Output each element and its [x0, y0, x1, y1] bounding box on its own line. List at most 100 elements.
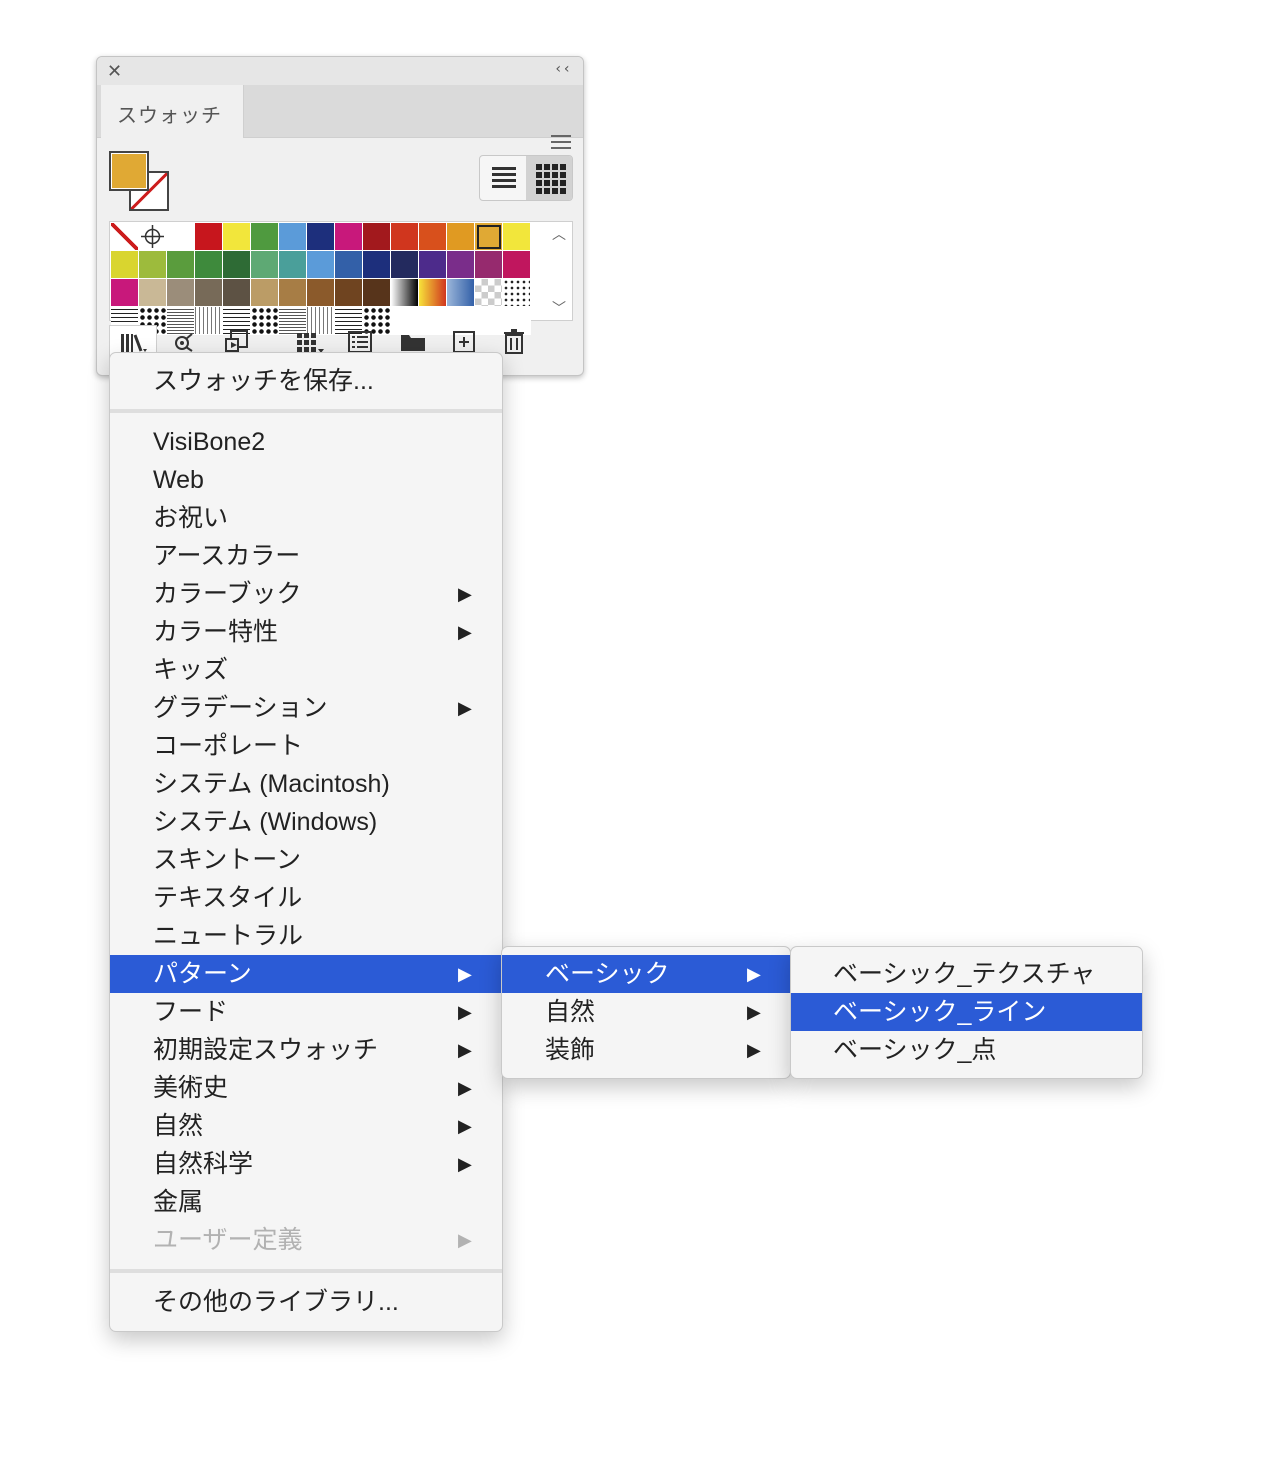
basic-menu-item[interactable]: ベーシック_ライン — [791, 993, 1142, 1031]
swatch[interactable] — [503, 223, 531, 251]
swatch[interactable] — [335, 279, 363, 307]
library-menu-item[interactable]: 美術史 ▶ — [110, 1069, 502, 1107]
list-view-icon[interactable] — [480, 156, 526, 200]
menu-item-label: 初期設定スウォッチ — [153, 1036, 379, 1064]
library-menu-item[interactable]: お祝い — [110, 499, 502, 537]
save-swatches-menu-item[interactable]: スウォッチを保存... — [110, 362, 502, 400]
library-menu-item[interactable]: システム (Windows) — [110, 803, 502, 841]
swatch[interactable] — [307, 279, 335, 307]
swatch[interactable] — [223, 279, 251, 307]
library-menu-item[interactable]: Web — [110, 461, 502, 499]
fill-swatch[interactable] — [109, 151, 149, 191]
swatch[interactable] — [111, 279, 139, 307]
menu-item-label: ベーシック_ライン — [833, 998, 1047, 1026]
trash-icon[interactable] — [499, 325, 529, 359]
swatch[interactable] — [391, 251, 419, 279]
menu-item-label: VisiBone2 — [153, 428, 266, 456]
swatch[interactable] — [447, 223, 475, 251]
panel-title-bar: ✕ ‹‹ — [97, 57, 583, 86]
library-menu-item[interactable]: VisiBone2 — [110, 423, 502, 461]
swatch[interactable] — [195, 251, 223, 279]
library-menu-item[interactable]: カラー特性 ▶ — [110, 613, 502, 651]
pattern-menu-item[interactable]: 自然 ▶ — [502, 993, 790, 1031]
library-menu-item[interactable]: スキントーン — [110, 841, 502, 879]
swatch[interactable] — [419, 251, 447, 279]
swatch-library-menu: スウォッチを保存... VisiBone2 Web お祝い アースカラー カラーブック ▶… — [109, 352, 503, 1332]
library-menu-item[interactable]: 初期設定スウォッチ ▶ — [110, 1031, 502, 1069]
swatch[interactable] — [447, 251, 475, 279]
swatch[interactable] — [139, 279, 167, 307]
library-menu-item[interactable]: システム (Macintosh) — [110, 765, 502, 803]
swatch[interactable] — [139, 251, 167, 279]
swatch[interactable] — [167, 223, 195, 251]
menu-item-label: コーポレート — [153, 732, 304, 760]
library-menu-item[interactable]: ニュートラル — [110, 917, 502, 955]
collapse-icon[interactable]: ‹‹ — [554, 61, 571, 77]
swatch-grid — [111, 223, 531, 335]
swatch[interactable] — [335, 251, 363, 279]
swatch[interactable] — [419, 223, 447, 251]
library-menu-item[interactable]: カラーブック ▶ — [110, 575, 502, 613]
submenu-arrow-icon: ▶ — [747, 964, 761, 984]
library-menu-item[interactable]: フード ▶ — [110, 993, 502, 1031]
swatch[interactable] — [167, 279, 195, 307]
basic-menu-item[interactable]: ベーシック_テクスチャ — [791, 955, 1142, 993]
panel-menu-icon[interactable] — [551, 131, 571, 153]
swatch[interactable] — [391, 223, 419, 251]
swatch[interactable] — [475, 251, 503, 279]
close-icon[interactable]: ✕ — [107, 61, 122, 82]
swatch[interactable] — [363, 223, 391, 251]
pattern-menu-item[interactable]: 装飾 ▶ — [502, 1031, 790, 1069]
library-menu-item[interactable]: 自然 ▶ — [110, 1107, 502, 1145]
other-library-menu-item[interactable]: その他のライブラリ... — [110, 1283, 502, 1321]
swatch-pattern[interactable] — [503, 279, 531, 307]
swatch[interactable] — [251, 279, 279, 307]
library-menu-item[interactable]: テキスタイル — [110, 879, 502, 917]
basic-menu-item[interactable]: ベーシック_点 — [791, 1031, 1142, 1069]
swatch[interactable] — [167, 251, 195, 279]
library-menu-item[interactable]: パターン ▶ — [110, 955, 502, 993]
scroll-up-icon[interactable]: ︿ — [552, 224, 566, 244]
library-menu-item[interactable]: キッズ — [110, 651, 502, 689]
swatch[interactable] — [279, 251, 307, 279]
swatch[interactable] — [251, 223, 279, 251]
swatch-gradient[interactable] — [419, 279, 447, 307]
swatch[interactable] — [279, 223, 307, 251]
swatch[interactable] — [307, 223, 335, 251]
scroll-down-icon[interactable]: ﹀ — [552, 298, 566, 318]
swatch[interactable] — [503, 251, 531, 279]
swatch[interactable] — [251, 251, 279, 279]
swatch[interactable] — [279, 279, 307, 307]
swatch[interactable] — [363, 251, 391, 279]
swatch[interactable] — [307, 251, 335, 279]
library-menu-item: ユーザー定義 ▶ — [110, 1221, 502, 1259]
submenu-arrow-icon: ▶ — [458, 622, 472, 642]
menu-item-label: システム (Windows) — [153, 808, 378, 836]
swatch-none[interactable] — [111, 223, 139, 251]
fill-stroke-indicator[interactable] — [109, 151, 171, 213]
pattern-menu-item[interactable]: ベーシック ▶ — [502, 955, 790, 993]
swatch-registration[interactable] — [139, 223, 167, 251]
swatch[interactable] — [195, 279, 223, 307]
swatch[interactable] — [363, 279, 391, 307]
menu-item-label: キッズ — [153, 656, 229, 684]
swatch[interactable] — [475, 223, 503, 251]
swatch[interactable] — [195, 223, 223, 251]
swatch[interactable] — [111, 251, 139, 279]
swatch-gradient[interactable] — [447, 279, 475, 307]
library-menu-item[interactable]: アースカラー — [110, 537, 502, 575]
swatch[interactable] — [335, 223, 363, 251]
swatch[interactable] — [223, 223, 251, 251]
menu-item-label: その他のライブラリ... — [153, 1288, 399, 1316]
swatch[interactable] — [223, 251, 251, 279]
library-menu-item[interactable]: グラデーション ▶ — [110, 689, 502, 727]
tab-swatches[interactable]: スウォッチ — [101, 85, 244, 138]
swatch-pattern[interactable] — [475, 279, 503, 307]
panel-tab-strip: スウォッチ — [97, 85, 583, 149]
grid-view-icon[interactable] — [526, 156, 572, 200]
library-menu-item[interactable]: 自然科学 ▶ — [110, 1145, 502, 1183]
swatch-gradient[interactable] — [391, 279, 419, 307]
library-menu-item[interactable]: 金属 — [110, 1183, 502, 1221]
menu-item-label: パターン — [153, 960, 252, 988]
library-menu-item[interactable]: コーポレート — [110, 727, 502, 765]
